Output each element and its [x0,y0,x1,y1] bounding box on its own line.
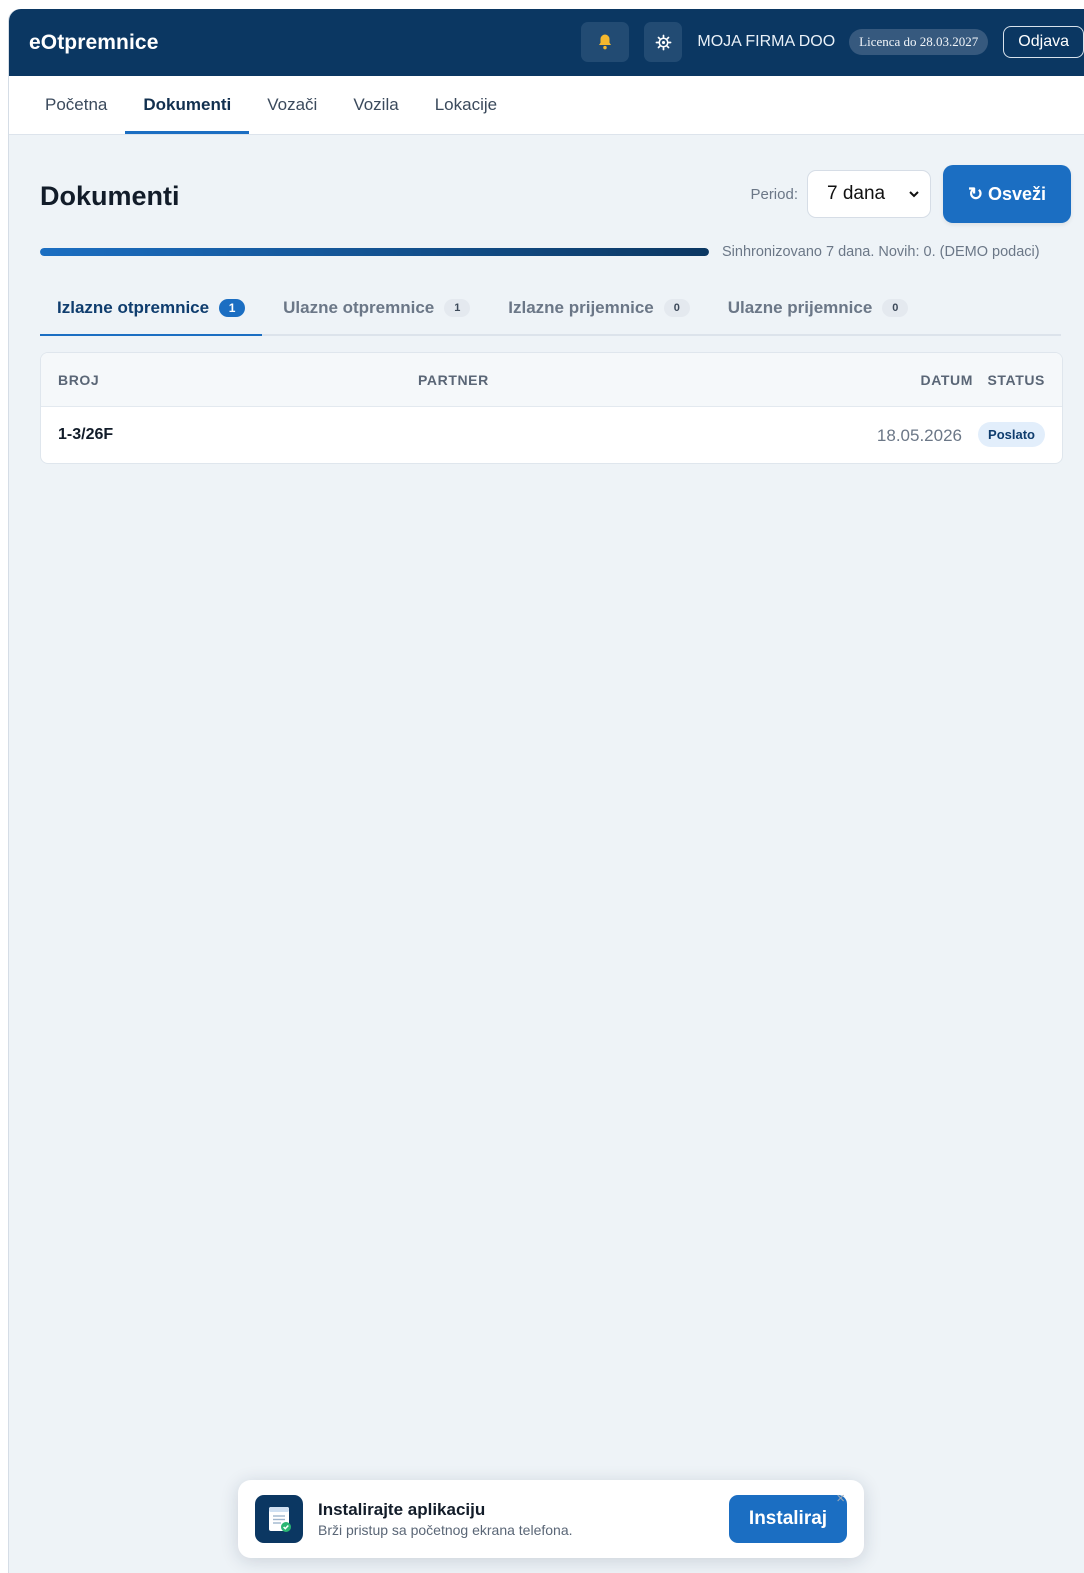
top-bar: eOtpremnice MOJA FIRMA DOO Licenca do 28… [9,9,1084,76]
license-badge: Licenca do 28.03.2027 [849,29,989,55]
tab-label: Ulazne prijemnice [727,298,873,317]
table-row[interactable]: 1-3/26F 18.05.2026 Poslato [41,407,1062,463]
tab-label: Izlazne prijemnice [508,298,654,317]
close-icon[interactable]: × [836,1490,845,1507]
tab-izlazne-otpremnice[interactable]: Izlazne otpremnice 1 [40,282,263,336]
column-header-partner[interactable]: PARTNER [418,372,489,388]
column-header-broj[interactable]: BROJ [58,372,99,388]
nav-item-lokacije[interactable]: Lokacije [417,76,515,134]
notifications-button[interactable] [581,22,630,62]
install-text: Instalirajte aplikaciju Brži pristup sa … [318,1500,573,1538]
sync-status: Sinhronizovano 7 dana. Novih: 0. (DEMO p… [40,244,1071,260]
nav-item-vozila[interactable]: Vozila [335,76,416,134]
tab-count-badge: 1 [444,299,471,317]
tab-count-badge: 1 [219,299,246,317]
logout-button[interactable]: Odjava [1003,26,1084,58]
page-controls: Period: 7 dana ↻ Osveži [750,165,1071,223]
app-icon [255,1495,303,1543]
refresh-button[interactable]: ↻ Osveži [943,165,1071,223]
top-bar-actions: MOJA FIRMA DOO Licenca do 28.03.2027 Odj… [581,22,1084,62]
sync-progress-bar [40,248,709,256]
documents-table: BROJ PARTNER DATUM STATUS 1-3/26F 18.05.… [40,352,1063,464]
table-header: BROJ PARTNER DATUM STATUS [41,353,1062,407]
period-label: Period: [750,185,798,203]
nav-item-pocetna[interactable]: Početna [27,76,125,134]
tab-ulazne-prijemnice[interactable]: Ulazne prijemnice 0 [711,282,926,334]
tab-label: Ulazne otpremnice [283,298,435,317]
cell-broj: 1-3/26F [58,426,114,443]
tab-ulazne-otpremnice[interactable]: Ulazne otpremnice 1 [266,282,487,334]
company-name: MOJA FIRMA DOO [697,33,836,50]
tab-izlazne-prijemnice[interactable]: Izlazne prijemnice 0 [491,282,707,334]
nav-item-vozaci[interactable]: Vozači [249,76,335,134]
nav-item-dokumenti[interactable]: Dokumenti [125,76,250,134]
bell-icon [599,34,612,50]
app-brand[interactable]: eOtpremnice [29,31,158,55]
install-button[interactable]: Instaliraj [729,1495,847,1543]
gear-icon [655,34,672,50]
cell-datum: 18.05.2026 [876,426,962,445]
page-title: Dokumenti [40,181,180,211]
tab-label: Izlazne otpremnice [57,298,210,317]
document-check-icon [269,1507,291,1532]
period-value: 7 dana [827,183,886,204]
app-window: eOtpremnice MOJA FIRMA DOO Licenca do 28… [9,9,1084,1573]
period-select[interactable]: 7 dana [807,170,931,218]
sync-text: Sinhronizovano 7 dana. Novih: 0. (DEMO p… [722,244,1040,260]
document-tabs: Izlazne otpremnice 1 Ulazne otpremnice 1… [40,282,1061,336]
install-subtitle: Brži pristup sa početnog ekrana telefona… [318,1522,573,1538]
install-title: Instalirajte aplikaciju [318,1500,486,1519]
main-nav: Početna Dokumenti Vozači Vozila Lokacije [9,76,1084,135]
tab-count-badge: 0 [663,299,690,317]
column-header-status[interactable]: STATUS [987,372,1045,388]
tab-count-badge: 0 [882,299,909,317]
sync-progress-fill [40,248,709,256]
chevron-down-icon [909,191,919,198]
install-banner: Instalirajte aplikaciju Brži pristup sa … [238,1480,864,1558]
settings-button[interactable] [644,22,683,62]
column-header-datum[interactable]: DATUM [920,372,973,388]
status-badge: Poslato [978,422,1045,447]
